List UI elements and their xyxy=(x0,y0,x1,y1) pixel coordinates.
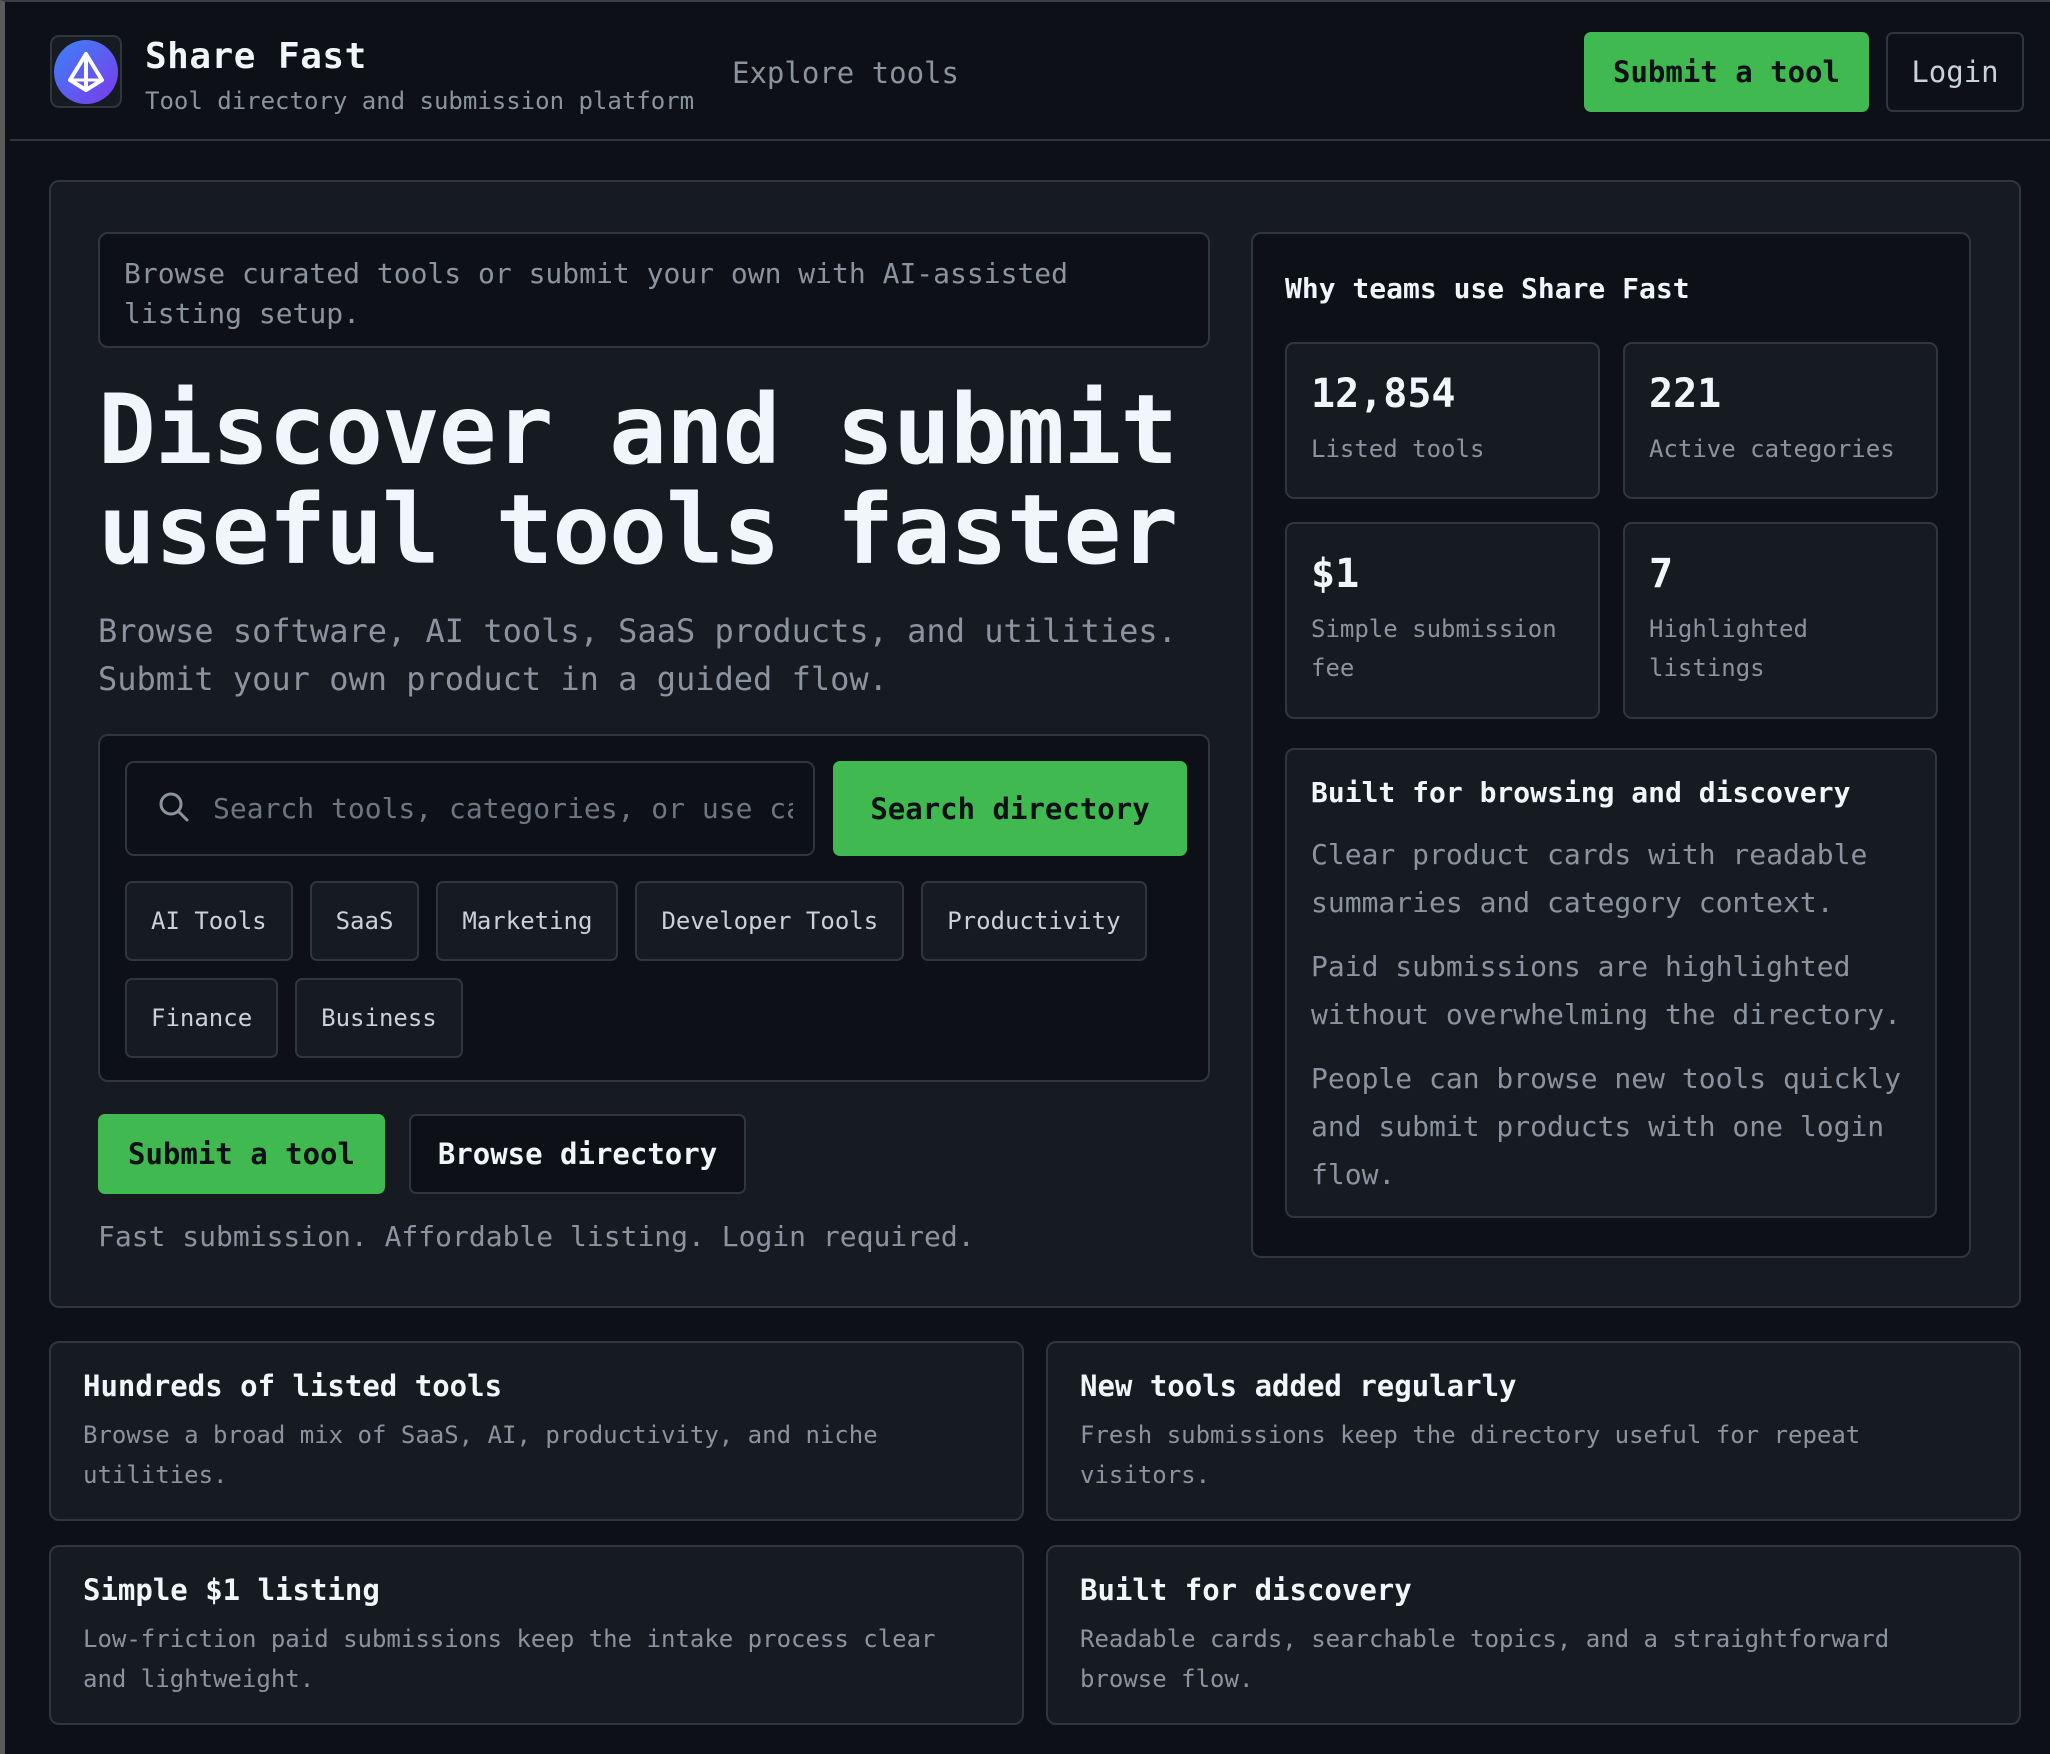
hero-tagline: Fast submission. Affordable listing. Log… xyxy=(98,1220,975,1253)
top-header: Share Fast Tool directory and submission… xyxy=(10,4,2050,141)
stat-label: Highlighted listings xyxy=(1649,615,1808,682)
hero-subtitle: Browse software, AI tools, SaaS products… xyxy=(98,612,1177,698)
search-directory-button[interactable]: Search directory xyxy=(833,761,1187,856)
info-card-description: Readable cards, searchable topics, and a… xyxy=(1080,1625,1890,1693)
feature-paragraph: Paid submissions are highlighted without… xyxy=(1311,950,1902,1031)
stat-value: 7 xyxy=(1649,551,1674,597)
header-submit-button[interactable]: Submit a tool xyxy=(1584,32,1869,112)
hero-heading-line-1: Discover and submit xyxy=(98,374,1178,486)
stat-card: $1 Simple submission fee xyxy=(1285,522,1600,719)
stat-label: Listed tools xyxy=(1311,435,1485,463)
search-input[interactable] xyxy=(213,792,793,825)
info-card: Hundreds of listed tools Browse a broad … xyxy=(49,1341,1024,1521)
info-card-description: Fresh submissions keep the directory use… xyxy=(1080,1421,1861,1489)
info-card: Simple $1 listing Low-friction paid subm… xyxy=(49,1545,1024,1725)
feature-box: Built for browsing and discovery Clear p… xyxy=(1285,748,1937,1218)
feature-title: Built for browsing and discovery xyxy=(1311,776,1851,809)
info-card-title: Simple $1 listing xyxy=(83,1573,380,1607)
category-chip-saas[interactable]: SaaS xyxy=(309,881,420,961)
stat-card: 7 Highlighted listings xyxy=(1623,522,1938,719)
feature-paragraph: Clear product cards with readable summar… xyxy=(1311,838,1868,919)
search-panel: Search directory AI Tools SaaS Marketing… xyxy=(98,734,1210,1082)
brand-subtitle: Tool directory and submission platform xyxy=(145,87,695,115)
stat-card: 221 Active categories xyxy=(1623,342,1938,499)
stat-value: $1 xyxy=(1311,551,1360,597)
category-chip-developer-tools[interactable]: Developer Tools xyxy=(635,881,905,961)
nav-explore-tools[interactable]: Explore tools xyxy=(732,56,959,90)
hero-heading-line-2: useful tools faster xyxy=(98,474,1178,586)
stat-value: 221 xyxy=(1649,371,1722,417)
login-button[interactable]: Login xyxy=(1886,32,2024,112)
search-icon xyxy=(157,790,191,828)
feature-paragraph: People can browse new tools quickly and … xyxy=(1311,1062,1902,1191)
category-chip-marketing[interactable]: Marketing xyxy=(436,881,619,961)
why-teams-card: Why teams use Share Fast 12,854 Listed t… xyxy=(1251,232,1971,1258)
stat-card: 12,854 Listed tools xyxy=(1285,342,1600,499)
search-field[interactable] xyxy=(125,761,815,856)
info-card-title: Hundreds of listed tools xyxy=(83,1369,503,1403)
category-chips: AI Tools SaaS Marketing Developer Tools … xyxy=(125,881,1205,1058)
why-teams-title: Why teams use Share Fast xyxy=(1285,272,1690,305)
brand-title[interactable]: Share Fast xyxy=(145,36,367,77)
category-chip-productivity[interactable]: Productivity xyxy=(921,881,1147,961)
category-chip-ai-tools[interactable]: AI Tools xyxy=(125,881,293,961)
hero-submit-button[interactable]: Submit a tool xyxy=(98,1114,385,1194)
brand-logo[interactable] xyxy=(50,35,122,108)
info-card-description: Browse a broad mix of SaaS, AI, producti… xyxy=(83,1421,878,1489)
info-card: New tools added regularly Fresh submissi… xyxy=(1046,1341,2021,1521)
info-card: Built for discovery Readable cards, sear… xyxy=(1046,1545,2021,1725)
info-card-title: New tools added regularly xyxy=(1080,1369,1517,1403)
browse-directory-button[interactable]: Browse directory xyxy=(409,1114,746,1194)
info-card-title: Built for discovery xyxy=(1080,1573,1412,1607)
category-chip-business[interactable]: Business xyxy=(295,978,463,1058)
stat-value: 12,854 xyxy=(1311,371,1456,417)
hero-heading: Discover and submit useful tools faster xyxy=(98,380,1228,580)
category-chip-finance[interactable]: Finance xyxy=(125,978,279,1058)
stat-label: Active categories xyxy=(1649,435,1895,463)
share-fast-logo-icon xyxy=(54,39,118,104)
stat-label: Simple submission fee xyxy=(1311,615,1557,682)
hero-intro-banner: Browse curated tools or submit your own … xyxy=(98,232,1210,348)
page-frame: Share Fast Tool directory and submission… xyxy=(0,0,2050,1754)
info-card-description: Low-friction paid submissions keep the i… xyxy=(83,1625,936,1693)
